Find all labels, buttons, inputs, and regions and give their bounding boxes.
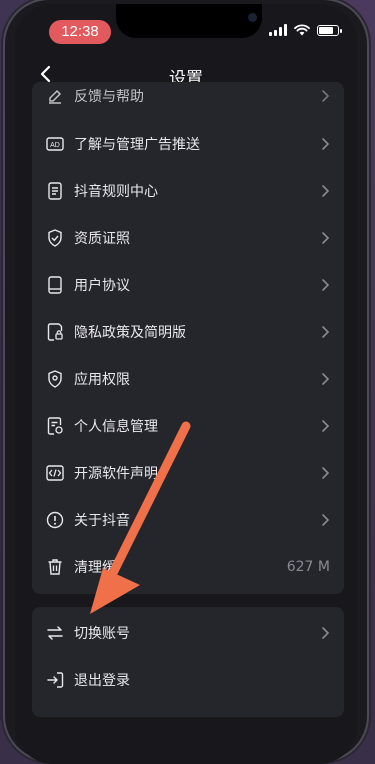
edit-icon — [46, 87, 64, 105]
svg-text:AD: AD — [50, 142, 60, 149]
chevron-right-icon — [322, 513, 330, 526]
settings-item-privacy[interactable]: 隐私政策及简明版 — [32, 308, 344, 355]
rules-icon — [46, 181, 64, 200]
settings-item-logout[interactable]: 退出登录 — [32, 656, 344, 703]
settings-item-label: 隐私政策及简明版 — [74, 324, 186, 341]
privacy-doc-icon — [46, 322, 64, 341]
settings-item-label: 抖音规则中心 — [74, 183, 158, 200]
logout-icon — [46, 671, 64, 689]
settings-item-ads[interactable]: AD 了解与管理广告推送 — [32, 120, 344, 167]
settings-item-user-agreement[interactable]: 用户协议 — [32, 261, 344, 308]
settings-item-label: 退出登录 — [74, 672, 130, 689]
settings-item-label: 清理缓 — [74, 559, 116, 576]
status-icons — [269, 22, 342, 38]
shield-check-icon — [46, 228, 64, 247]
settings-item-app-permissions[interactable]: 应用权限 — [32, 355, 344, 402]
settings-item-qualifications[interactable]: 资质证照 — [32, 214, 344, 261]
chevron-right-icon — [322, 89, 330, 102]
ad-icon: AD — [46, 135, 64, 153]
settings-item-label: 用户协议 — [74, 277, 130, 294]
personal-info-icon — [46, 416, 64, 435]
chevron-right-icon — [322, 137, 330, 150]
settings-item-rules[interactable]: 抖音规则中心 — [32, 167, 344, 214]
book-icon — [46, 275, 64, 294]
chevron-right-icon — [322, 626, 330, 639]
settings-item-label: 资质证照 — [74, 230, 130, 247]
chevron-right-icon — [322, 372, 330, 385]
notch — [116, 4, 262, 38]
status-time: 12:38 — [49, 20, 111, 44]
account-list: 切换账号 退出登录 — [32, 607, 344, 717]
settings-item-label: 了解与管理广告推送 — [74, 136, 200, 153]
switch-icon — [46, 624, 64, 642]
settings-item-about[interactable]: 关于抖音 — [32, 496, 344, 543]
camera-icon — [248, 13, 257, 22]
chevron-right-icon — [322, 231, 330, 244]
settings-item-label: 个人信息管理 — [74, 418, 158, 435]
settings-item-feedback[interactable]: 反馈与帮助 — [32, 82, 344, 119]
chevron-right-icon — [322, 278, 330, 291]
settings-item-label: 切换账号 — [74, 625, 130, 642]
status-bar: 12:38 — [15, 4, 357, 50]
settings-item-switch-account[interactable]: 切换账号 — [32, 609, 344, 656]
cache-size: 627 M — [286, 558, 330, 575]
settings-item-open-source[interactable]: 开源软件声明 — [32, 449, 344, 496]
settings-item-label: 应用权限 — [74, 371, 130, 388]
signal-icon — [269, 24, 287, 36]
battery-icon — [317, 24, 342, 36]
chevron-right-icon — [322, 419, 330, 432]
settings-item-label: 关于抖音 — [74, 512, 130, 529]
settings-list: 反馈与帮助 AD 了解与管理广告推送 抖音规则中心 资质证照 用户协议 隐私政策… — [32, 82, 344, 594]
wifi-icon — [294, 24, 310, 36]
settings-item-personal-info[interactable]: 个人信息管理 — [32, 402, 344, 449]
phone-frame: 12:38 设置 反馈与帮助 AD 了解与管理广告推送 抖音规则中心 资质证照 … — [5, 0, 367, 764]
location-shield-icon — [46, 369, 64, 388]
chevron-right-icon — [322, 466, 330, 479]
trash-icon — [46, 558, 64, 576]
code-icon — [46, 464, 64, 482]
phone-screen: 12:38 设置 反馈与帮助 AD 了解与管理广告推送 抖音规则中心 资质证照 … — [15, 4, 357, 764]
settings-item-label: 反馈与帮助 — [74, 88, 144, 105]
settings-item-label: 开源软件声明 — [74, 465, 158, 482]
settings-item-clear-cache[interactable]: 清理缓 627 M — [32, 543, 344, 590]
chevron-right-icon — [322, 184, 330, 197]
info-icon — [46, 511, 64, 529]
chevron-right-icon — [322, 325, 330, 338]
